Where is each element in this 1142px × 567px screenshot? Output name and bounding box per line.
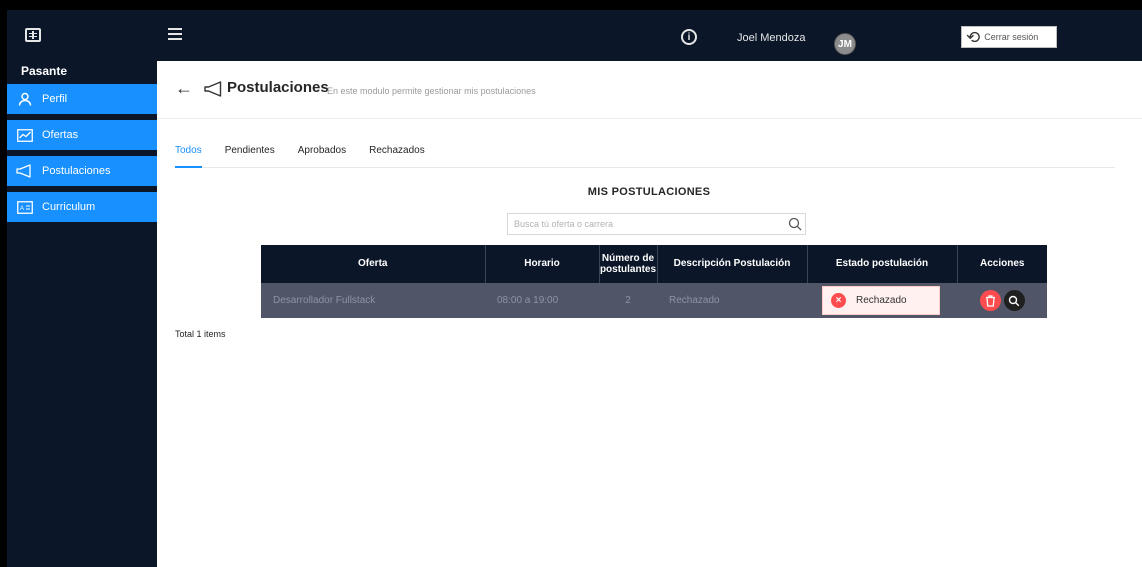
tab-aprobados[interactable]: Aprobados bbox=[298, 143, 346, 167]
cell-estado: × Rechazado bbox=[807, 283, 957, 318]
delete-button[interactable] bbox=[979, 290, 1001, 311]
sidebar-section-title: Pasante bbox=[21, 64, 68, 78]
sidebar-item-label: Ofertas bbox=[42, 129, 79, 141]
section-heading: MIS POSTULACIONES bbox=[587, 186, 711, 198]
cell-postulantes: 2 bbox=[599, 283, 657, 318]
sidebar-item-curriculum[interactable]: A Curriculum bbox=[7, 192, 157, 222]
megaphone-icon bbox=[16, 164, 34, 178]
cell-horario: 08:00 a 19:00 bbox=[485, 283, 599, 318]
back-arrow-icon[interactable]: ← bbox=[175, 78, 193, 99]
trash-icon bbox=[985, 294, 995, 307]
status-label: Rechazado bbox=[856, 295, 907, 306]
column-header-postulantes[interactable]: Número de postulantes bbox=[599, 245, 658, 283]
user-name: Joel Mendoza bbox=[737, 32, 806, 44]
logout-label: Cerrar sesión bbox=[984, 32, 1039, 42]
column-header-acciones: Acciones bbox=[957, 245, 1047, 283]
row-actions bbox=[969, 290, 1035, 311]
postulaciones-table: Oferta Horario Número de postulantes Des… bbox=[261, 245, 1047, 318]
book-icon bbox=[25, 28, 41, 42]
page-title: Postulaciones bbox=[227, 79, 329, 96]
sidebar-item-label: Curriculum bbox=[42, 201, 96, 213]
view-button[interactable] bbox=[1003, 290, 1025, 311]
avatar[interactable]: JM bbox=[834, 33, 856, 55]
sidebar-item-ofertas[interactable]: Ofertas bbox=[7, 120, 157, 150]
sidebar-item-label: Postulaciones bbox=[42, 165, 111, 177]
topbar: i Joel Mendoza JM ⟲ Cerrar sesión bbox=[157, 10, 1142, 61]
cell-oferta: Desarrollador Fullstack bbox=[261, 283, 485, 318]
column-header-horario[interactable]: Horario bbox=[485, 245, 600, 283]
search-box bbox=[507, 213, 806, 235]
column-header-estado[interactable]: Estado postulación bbox=[807, 245, 958, 283]
total-items: Total 1 items bbox=[175, 329, 226, 339]
chart-icon bbox=[16, 128, 34, 142]
megaphone-icon bbox=[204, 81, 224, 97]
page-subtitle: En este modulo permite gestionar mis pos… bbox=[327, 86, 536, 96]
status-badge: × Rechazado bbox=[822, 286, 940, 315]
search-icon[interactable] bbox=[785, 214, 805, 234]
id-card-icon: A bbox=[16, 200, 34, 214]
sidebar-item-postulaciones[interactable]: Postulaciones bbox=[7, 156, 157, 186]
user-icon bbox=[16, 92, 34, 106]
table-header-row: Oferta Horario Número de postulantes Des… bbox=[261, 245, 1047, 283]
cell-descripcion: Rechazado bbox=[657, 283, 807, 318]
cell-acciones bbox=[957, 283, 1047, 318]
table-row: Desarrollador Fullstack 08:00 a 19:00 2 … bbox=[261, 283, 1047, 318]
tab-rechazados[interactable]: Rechazados bbox=[369, 143, 425, 167]
svg-text:A: A bbox=[20, 206, 24, 212]
logout-icon: ⟲ bbox=[966, 27, 981, 47]
sidebar-item-label: Perfil bbox=[42, 93, 68, 105]
menu-collapse-icon[interactable] bbox=[168, 28, 182, 41]
brand-row bbox=[7, 10, 157, 60]
tab-todos[interactable]: Todos bbox=[175, 143, 202, 168]
status-tabs: Todos Pendientes Aprobados Rechazados bbox=[175, 143, 1115, 168]
logout-button[interactable]: ⟲ Cerrar sesión bbox=[961, 26, 1057, 48]
sidebar-item-perfil[interactable]: Perfil bbox=[7, 84, 157, 114]
page-header: ← Postulaciones En este modulo permite g… bbox=[157, 61, 1142, 119]
close-circle-icon: × bbox=[831, 293, 846, 308]
magnifier-icon bbox=[1008, 295, 1020, 306]
info-icon[interactable]: i bbox=[681, 29, 697, 45]
search-input[interactable] bbox=[508, 214, 785, 234]
column-header-descripcion[interactable]: Descripción Postulación bbox=[657, 245, 808, 283]
tab-pendientes[interactable]: Pendientes bbox=[225, 143, 275, 167]
column-header-oferta[interactable]: Oferta bbox=[261, 245, 486, 283]
sidebar: Pasante Perfil Ofertas Postulaciones A C… bbox=[7, 10, 157, 567]
